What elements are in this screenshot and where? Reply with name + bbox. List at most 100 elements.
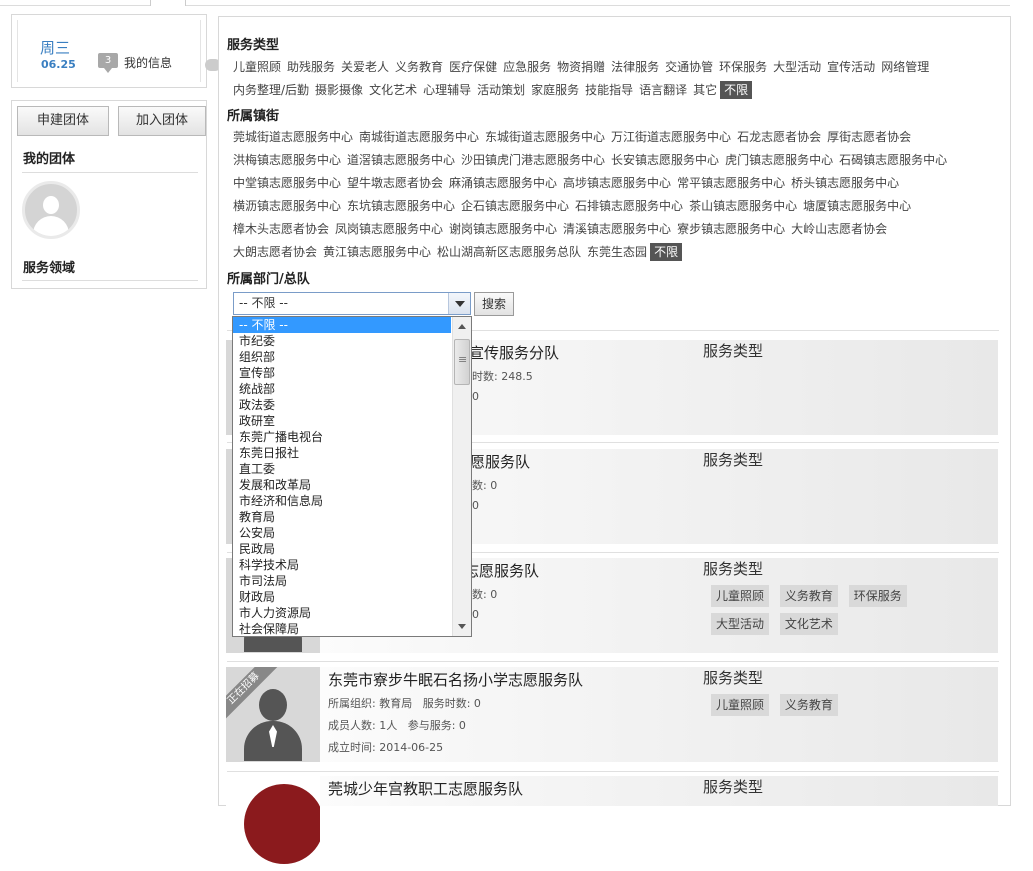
town-option[interactable]: 长安镇志愿服务中心	[608, 151, 722, 169]
town-option[interactable]: 松山湖高新区志愿服务总队	[434, 243, 584, 261]
service-type-option[interactable]: 网络管理	[878, 58, 932, 76]
town-option[interactable]: 樟木头志愿者协会	[230, 220, 332, 238]
service-tag[interactable]: 义务教育	[779, 585, 838, 607]
service-tag[interactable]: 文化艺术	[779, 613, 838, 635]
department-dropdown-list[interactable]: -- 不限 -- 市纪委 组织部 宣传部 统战部 政法委 政研室 东莞广播电视台 东莞日报社 直工…	[232, 316, 472, 637]
town-option[interactable]: 清溪镇志愿服务中心	[560, 220, 674, 238]
department-option[interactable]: 统战部	[233, 381, 451, 397]
town-option[interactable]: 大朗志愿者协会	[230, 243, 320, 261]
service-type-option[interactable]: 内务整理/后勤	[230, 81, 312, 99]
town-option[interactable]: 高埗镇志愿服务中心	[560, 174, 674, 192]
service-tag[interactable]: 大型活动	[711, 613, 770, 635]
service-type-option[interactable]: 心理辅导	[420, 81, 474, 99]
service-type-option[interactable]: 儿童照顾	[230, 58, 284, 76]
town-option[interactable]: 谢岗镇志愿服务中心	[446, 220, 560, 238]
town-option[interactable]: 石碣镇志愿服务中心	[836, 151, 950, 169]
chevron-down-icon[interactable]	[448, 293, 470, 314]
town-option[interactable]: 虎门镇志愿服务中心	[722, 151, 836, 169]
service-type-option[interactable]: 家庭服务	[528, 81, 582, 99]
service-type-option[interactable]: 其它	[690, 81, 720, 99]
department-option[interactable]: 直工委	[233, 461, 451, 477]
town-unlimited-option[interactable]: 不限	[650, 243, 683, 261]
scroll-thumb[interactable]	[454, 339, 470, 385]
town-option[interactable]: 企石镇志愿服务中心	[458, 197, 572, 215]
town-option[interactable]: 道滘镇志愿服务中心	[344, 151, 458, 169]
town-option[interactable]: 桥头镇志愿服务中心	[788, 174, 902, 192]
avatar-placeholder-icon[interactable]	[22, 181, 80, 239]
town-option[interactable]: 沙田镇虎门港志愿服务中心	[458, 151, 608, 169]
service-type-option[interactable]: 医疗保健	[446, 58, 500, 76]
department-option[interactable]: 社会保障局	[233, 621, 451, 636]
town-option[interactable]: 莞城街道志愿服务中心	[230, 128, 356, 146]
town-option[interactable]: 常平镇志愿服务中心	[674, 174, 788, 192]
service-type-option[interactable]: 交通协管	[662, 58, 716, 76]
town-option[interactable]: 万江街道志愿服务中心	[608, 128, 734, 146]
message-count-badge[interactable]: 3	[98, 53, 118, 73]
team-name[interactable]: 莞城少年宫教职工志愿服务队	[328, 778, 523, 799]
town-option[interactable]: 横沥镇志愿服务中心	[230, 197, 344, 215]
service-type-option[interactable]: 助残服务	[284, 58, 338, 76]
department-option[interactable]: 政研室	[233, 413, 451, 429]
department-option[interactable]: 科学技术局	[233, 557, 451, 573]
department-option[interactable]: 组织部	[233, 349, 451, 365]
service-type-option[interactable]: 文化艺术	[366, 81, 420, 99]
town-option[interactable]: 凤岗镇志愿服务中心	[332, 220, 446, 238]
town-option[interactable]: 茶山镇志愿服务中心	[686, 197, 800, 215]
service-type-option[interactable]: 大型活动	[770, 58, 824, 76]
service-type-option[interactable]: 物资捐赠	[554, 58, 608, 76]
department-option[interactable]: 政法委	[233, 397, 451, 413]
service-tag[interactable]: 环保服务	[848, 585, 907, 607]
town-option[interactable]: 中堂镇志愿服务中心	[230, 174, 344, 192]
scroll-up-icon[interactable]	[453, 319, 471, 335]
town-option[interactable]: 望牛墩志愿者协会	[344, 174, 446, 192]
search-button[interactable]: 搜索	[474, 292, 514, 316]
service-type-unlimited-option[interactable]: 不限	[720, 81, 753, 99]
department-option[interactable]: 市司法局	[233, 573, 451, 589]
service-type-option[interactable]: 宣传活动	[824, 58, 878, 76]
department-option[interactable]: 东莞日报社	[233, 445, 451, 461]
town-option[interactable]: 大岭山志愿者协会	[788, 220, 890, 238]
town-option[interactable]: 洪梅镇志愿服务中心	[230, 151, 344, 169]
service-type-option[interactable]: 技能指导	[582, 81, 636, 99]
scroll-down-icon[interactable]	[453, 618, 471, 634]
department-option[interactable]: 东莞广播电视台	[233, 429, 451, 445]
town-option[interactable]: 东莞生态园	[584, 243, 650, 261]
town-option[interactable]: 东坑镇志愿服务中心	[344, 197, 458, 215]
my-messages-link[interactable]: 我的信息	[124, 54, 172, 71]
department-option[interactable]: 市纪委	[233, 333, 451, 349]
service-type-option[interactable]: 语言翻译	[636, 81, 690, 99]
department-option[interactable]: 财政局	[233, 589, 451, 605]
service-type-option[interactable]: 活动策划	[474, 81, 528, 99]
service-type-option[interactable]: 义务教育	[392, 58, 446, 76]
create-group-button[interactable]: 申建团体	[17, 106, 109, 136]
team-name[interactable]: 愿服务队	[470, 451, 530, 472]
service-tag[interactable]: 儿童照顾	[711, 694, 770, 716]
team-card[interactable]: 正在招募 东莞市寮步牛眠石名扬小学志愿服务队 所属组织: 教育局 服务时数: 0…	[226, 667, 998, 762]
department-option[interactable]: -- 不限 --	[233, 317, 451, 333]
town-option[interactable]: 麻涌镇志愿服务中心	[446, 174, 560, 192]
service-type-option[interactable]: 应急服务	[500, 58, 554, 76]
department-select[interactable]: -- 不限 --	[233, 292, 471, 315]
service-type-option[interactable]: 关爱老人	[338, 58, 392, 76]
service-tag[interactable]: 儿童照顾	[711, 585, 770, 607]
department-option[interactable]: 市经济和信息局	[233, 493, 451, 509]
department-option[interactable]: 民政局	[233, 541, 451, 557]
team-name[interactable]: 东莞市寮步牛眠石名扬小学志愿服务队	[328, 669, 583, 690]
town-option[interactable]: 东城街道志愿服务中心	[482, 128, 608, 146]
town-option[interactable]: 黄江镇志愿服务中心	[320, 243, 434, 261]
dropdown-scrollbar[interactable]	[452, 317, 471, 636]
town-option[interactable]: 寮步镇志愿服务中心	[674, 220, 788, 238]
town-option[interactable]: 石龙志愿者协会	[734, 128, 824, 146]
town-option[interactable]: 塘厦镇志愿服务中心	[800, 197, 914, 215]
service-type-option[interactable]: 摄影摄像	[312, 81, 366, 99]
service-tag[interactable]: 义务教育	[779, 694, 838, 716]
service-type-option[interactable]: 环保服务	[716, 58, 770, 76]
department-option[interactable]: 发展和改革局	[233, 477, 451, 493]
department-option[interactable]: 公安局	[233, 525, 451, 541]
department-option[interactable]: 市人力资源局	[233, 605, 451, 621]
town-option[interactable]: 石排镇志愿服务中心	[572, 197, 686, 215]
service-type-option[interactable]: 法律服务	[608, 58, 662, 76]
department-option[interactable]: 宣传部	[233, 365, 451, 381]
department-option[interactable]: 教育局	[233, 509, 451, 525]
team-card[interactable]: 莞城少年宫教职工志愿服务队 服务类型	[226, 776, 998, 871]
